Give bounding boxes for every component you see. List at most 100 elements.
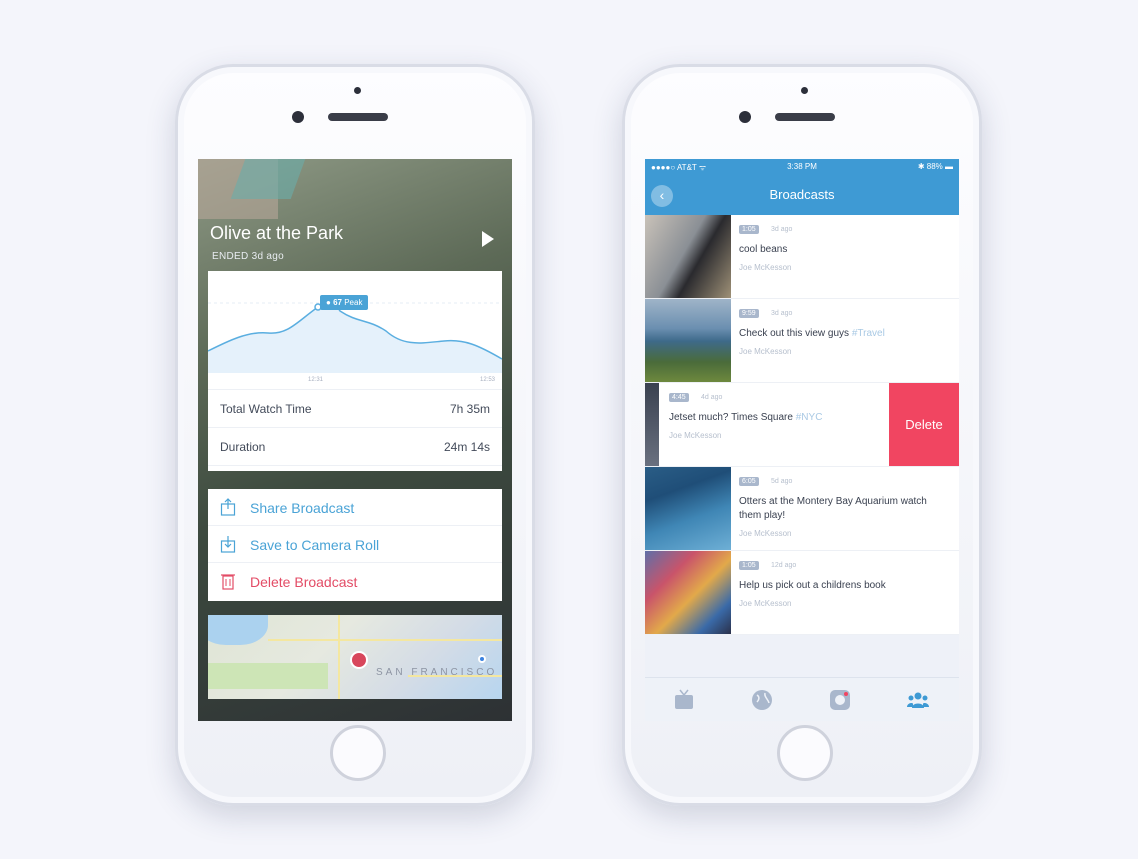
- broadcast-thumbnail: [645, 467, 731, 550]
- title-text: Jetset much? Times Square: [669, 412, 793, 423]
- actions-card: Share Broadcast Save to Camera Roll Dele…: [208, 489, 502, 601]
- home-button[interactable]: [777, 725, 833, 781]
- viewers-chart-svg: [208, 301, 502, 373]
- tab-people[interactable]: [879, 678, 957, 721]
- earpiece-speaker: [775, 113, 835, 121]
- status-time: 3:38 PM: [787, 162, 817, 171]
- broadcast-title: Olive at the Park: [210, 223, 344, 243]
- peak-label: Peak: [344, 298, 363, 307]
- save-camera-roll-label: Save to Camera Roll: [250, 537, 380, 553]
- broadcast-row-swiped[interactable]: 4:45 4d ago Jetset much? Times Square #N…: [645, 383, 959, 467]
- phone-left: Olive at the Park ENDED 3d ago ● 67 Peak…: [175, 64, 535, 806]
- tab-tv[interactable]: [645, 678, 723, 721]
- share-icon: [220, 498, 236, 516]
- viewers-chart: ● 67 Peak 12:31 12:53: [208, 271, 502, 389]
- stat-row-duration: Duration 24m 14s: [208, 428, 502, 466]
- front-camera: [739, 111, 751, 123]
- tab-globe[interactable]: [723, 678, 801, 721]
- save-camera-roll-button[interactable]: Save to Camera Roll: [208, 526, 502, 563]
- stat-row-watch-time: Total Watch Time 7h 35m: [208, 390, 502, 428]
- duration-badge: 6:05: [739, 477, 759, 486]
- title-text: cool beans: [739, 244, 788, 255]
- time-ago: 4d ago: [701, 394, 723, 401]
- chart-tick-end: 12:53: [480, 377, 496, 383]
- duration-badge: 1:05: [739, 561, 759, 570]
- broadcast-thumbnail: [645, 299, 731, 382]
- play-icon[interactable]: [482, 231, 494, 247]
- broadcast-title: Otters at the Montery Bay Aquarium watch…: [739, 495, 949, 523]
- broadcast-row[interactable]: 9:59 3d ago Check out this view guys #Tr…: [645, 299, 959, 383]
- location-pin-icon[interactable]: [350, 651, 368, 669]
- person-icon: ●: [326, 298, 331, 307]
- duration-badge: 9:59: [739, 309, 759, 318]
- tv-icon: [675, 689, 693, 709]
- time-ago: 3d ago: [771, 310, 793, 317]
- front-camera: [292, 111, 304, 123]
- broadcast-thumbnail: [645, 215, 731, 298]
- time-ago: 3d ago: [771, 226, 793, 233]
- time-ago: 12d ago: [771, 562, 797, 569]
- people-icon: [907, 692, 929, 708]
- map-road: [268, 639, 502, 641]
- title-text: Otters at the Montery Bay Aquarium watch…: [739, 496, 927, 521]
- broadcast-user: Joe McKesson: [669, 431, 722, 440]
- stat-value: 7h 35m: [449, 402, 490, 416]
- broadcast-row[interactable]: 1:05 3d ago cool beans Joe McKesson: [645, 215, 959, 299]
- tab-bar: [645, 677, 959, 721]
- tab-camera[interactable]: [801, 678, 879, 721]
- home-button[interactable]: [330, 725, 386, 781]
- broadcast-title: Jetset much? Times Square #NYC: [669, 411, 879, 425]
- broadcast-thumbnail: [645, 383, 659, 466]
- broadcast-title: Check out this view guys #Travel: [739, 327, 949, 341]
- front-sensor: [801, 87, 808, 94]
- phone-right: ●●●●○ AT&T ᯤ 3:38 PM ✱ 88% ▬ ‹ Broadcast…: [622, 64, 982, 806]
- nav-bar: ‹ Broadcasts: [645, 175, 959, 215]
- front-sensor: [354, 87, 361, 94]
- download-icon: [220, 536, 236, 553]
- duration-badge: 4:45: [669, 393, 689, 402]
- broadcast-title: cool beans: [739, 243, 949, 257]
- delete-broadcast-button[interactable]: Delete Broadcast: [208, 563, 502, 600]
- title-text: Help us pick out a childrens book: [739, 580, 886, 591]
- title-text: Check out this view guys: [739, 328, 850, 339]
- stat-label: Total Watch Time: [220, 402, 312, 416]
- hashtag-link[interactable]: #NYC: [796, 412, 823, 423]
- chart-tick-start: 12:31: [308, 377, 324, 383]
- earpiece-speaker: [328, 113, 388, 121]
- delete-button[interactable]: Delete: [889, 383, 959, 466]
- viewers-area: [208, 302, 502, 373]
- broadcast-thumbnail: [645, 551, 731, 634]
- map-park: [208, 663, 328, 689]
- stats-card: Total Watch Time 7h 35m Duration 24m 14s: [208, 389, 502, 471]
- broadcast-user: Joe McKesson: [739, 599, 792, 608]
- broadcast-user: Joe McKesson: [739, 347, 792, 356]
- peak-badge: ● 67 Peak: [320, 295, 369, 310]
- status-bar: ●●●●○ AT&T ᯤ 3:38 PM ✱ 88% ▬: [645, 159, 959, 175]
- map-road: [338, 615, 340, 699]
- page-title: Broadcasts: [769, 187, 835, 202]
- broadcast-row[interactable]: 1:05 12d ago Help us pick out a children…: [645, 551, 959, 635]
- broadcast-title: Help us pick out a childrens book: [739, 579, 949, 593]
- delete-broadcast-label: Delete Broadcast: [250, 574, 358, 590]
- camera-icon: [830, 690, 850, 710]
- broadcast-user: Joe McKesson: [739, 263, 792, 272]
- time-ago: 5d ago: [771, 478, 793, 485]
- location-map[interactable]: SAN FRANCISCO: [208, 615, 502, 699]
- current-location-icon: [478, 655, 486, 663]
- broadcast-detail-screen: Olive at the Park ENDED 3d ago ● 67 Peak…: [198, 159, 512, 721]
- globe-icon: [752, 690, 772, 710]
- share-broadcast-button[interactable]: Share Broadcast: [208, 489, 502, 526]
- broadcast-row[interactable]: 6:05 5d ago Otters at the Montery Bay Aq…: [645, 467, 959, 551]
- broadcast-status: ENDED 3d ago: [212, 251, 284, 262]
- share-broadcast-label: Share Broadcast: [250, 500, 355, 516]
- map-water: [208, 615, 268, 645]
- duration-badge: 1:05: [739, 225, 759, 234]
- stat-value: 24m 14s: [443, 440, 490, 454]
- map-city-label: SAN FRANCISCO: [376, 667, 498, 678]
- broadcast-user: Joe McKesson: [739, 529, 792, 538]
- hashtag-link[interactable]: #Travel: [852, 328, 885, 339]
- broadcasts-list-screen: ●●●●○ AT&T ᯤ 3:38 PM ✱ 88% ▬ ‹ Broadcast…: [645, 159, 959, 721]
- stat-label: Duration: [220, 440, 266, 454]
- peak-count: 67: [333, 298, 342, 307]
- trash-icon: [221, 574, 235, 590]
